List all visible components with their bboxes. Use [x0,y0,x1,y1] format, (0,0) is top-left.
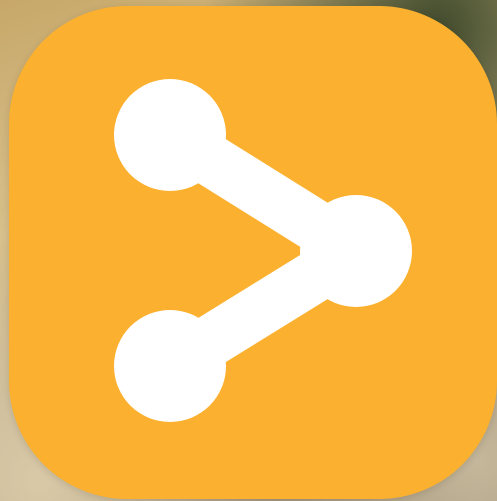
home-screen-background [0,0,497,501]
share-icon [114,79,412,422]
share-app-icon[interactable] [9,6,497,499]
